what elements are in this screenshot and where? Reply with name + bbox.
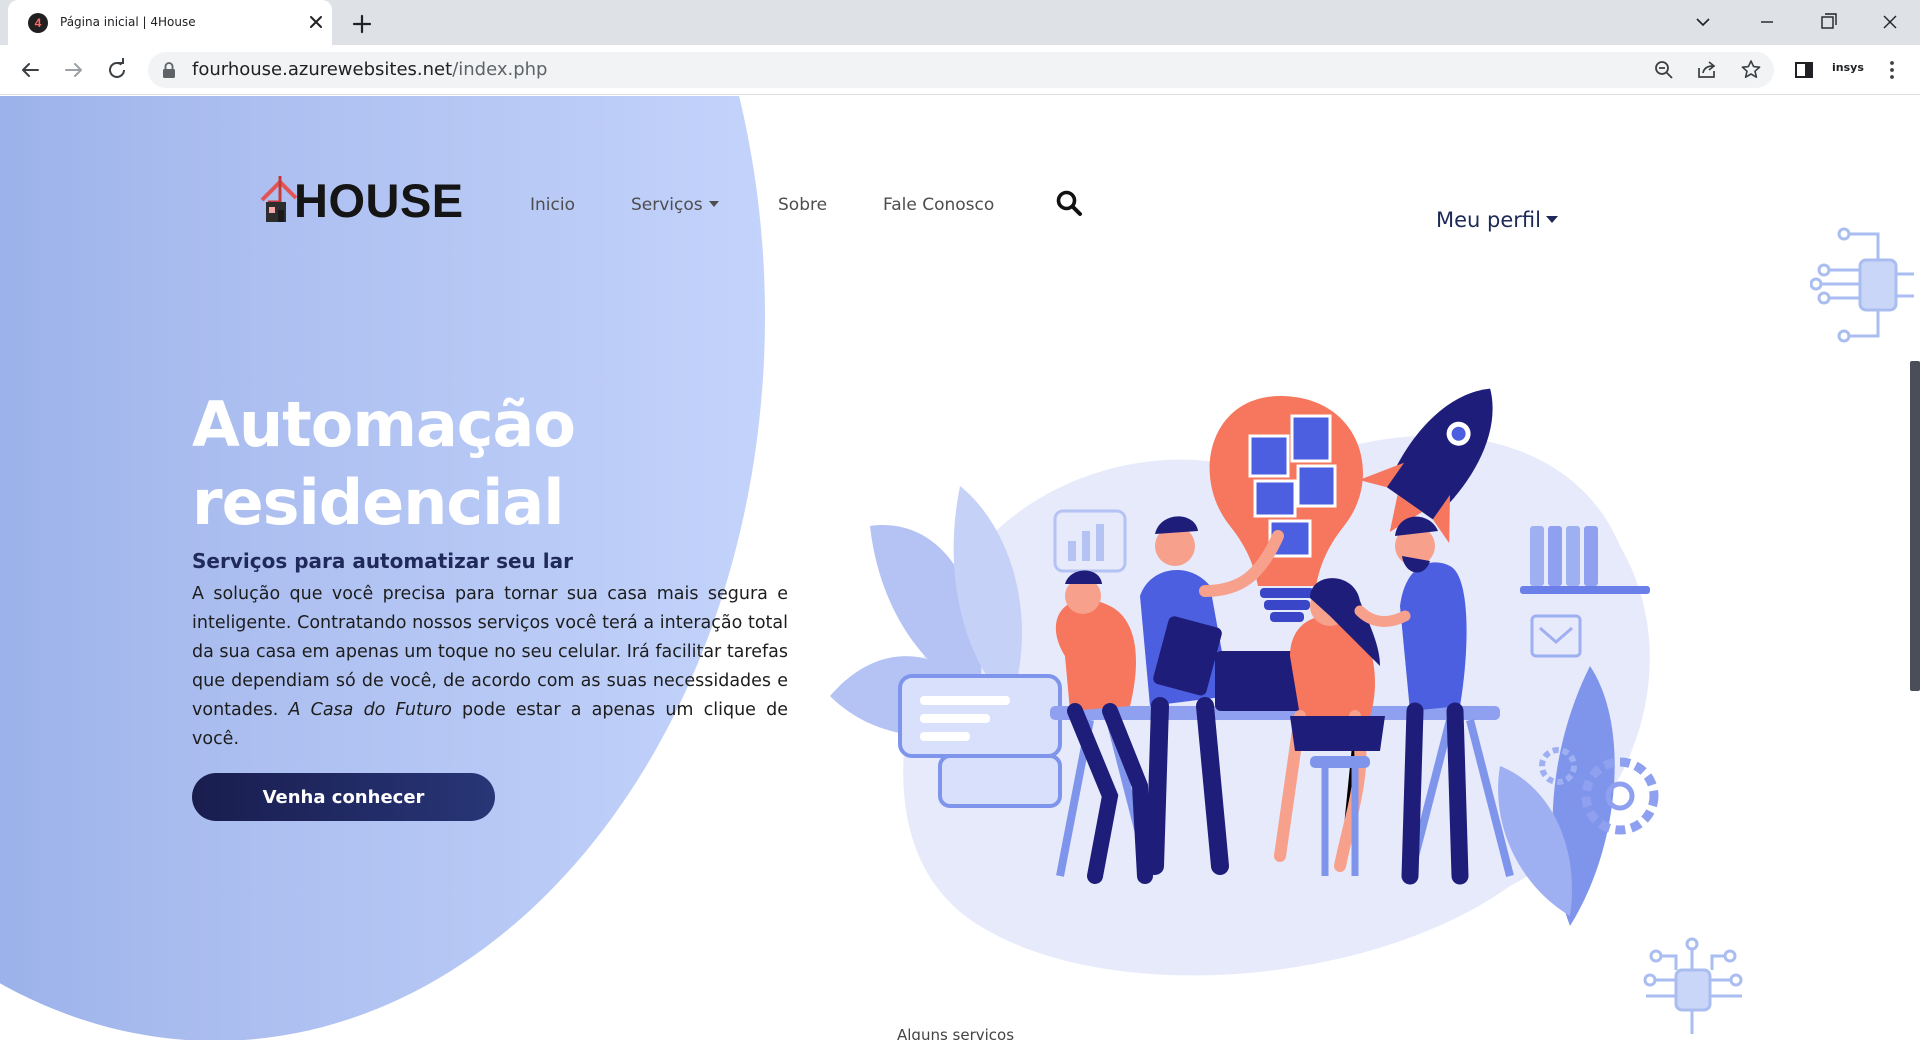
side-panel-icon[interactable] [1790, 56, 1818, 84]
circuit-decoration-icon [1643, 937, 1743, 1034]
forward-icon[interactable] [60, 56, 88, 84]
url-path: /index.php [452, 59, 548, 80]
venha-conhecer-button[interactable]: Venha conhecer [192, 773, 495, 821]
house-logo-icon [260, 176, 298, 222]
nav-inicio[interactable]: Inicio [530, 194, 575, 216]
hero-title-line1: Automação [192, 388, 576, 461]
scrollbar-thumb[interactable] [1910, 361, 1920, 691]
caret-down-icon [708, 201, 719, 207]
logo-wordmark: HOUSE [294, 174, 464, 227]
minimize-icon[interactable] [1752, 8, 1782, 36]
profile-dropdown[interactable]: Meu perfil [1436, 207, 1558, 233]
extension-insys-icon[interactable]: insys [1832, 61, 1864, 74]
tab-title: Página inicial | 4House [60, 15, 196, 29]
more-menu-icon[interactable] [1878, 56, 1906, 84]
url-text[interactable]: fourhouse.azurewebsites.net/index.php [192, 60, 547, 80]
nav-fale-conosco[interactable]: Fale Conosco [883, 194, 994, 216]
nav-servicos-dropdown[interactable]: Serviços [631, 194, 719, 216]
lock-icon[interactable] [162, 62, 176, 78]
browser-tab[interactable]: 4 Página inicial | 4House [8, 0, 332, 45]
url-host: fourhouse.azurewebsites.net [192, 59, 453, 80]
bookmark-star-icon[interactable] [1737, 56, 1765, 84]
site-logo[interactable]: HOUSE [258, 174, 470, 226]
hero-description: A solução que você precisa para tornar s… [192, 580, 788, 754]
restore-icon[interactable] [1813, 8, 1843, 36]
hero-title: Automação residencial [192, 386, 672, 542]
team-illustration [830, 388, 1659, 976]
page-content: HOUSE Inicio Serviços Sobre Fale Conosco… [0, 96, 1920, 1040]
profile-label: Meu perfil [1436, 208, 1541, 232]
hero-body-end: pode estar a apenas um clique de você. [192, 700, 788, 749]
tab-favicon: 4 [28, 13, 48, 33]
reload-icon[interactable] [103, 56, 131, 84]
close-window-icon[interactable] [1875, 8, 1905, 36]
hero-title-line2: residencial [192, 466, 564, 539]
new-tab-icon[interactable] [348, 10, 376, 38]
back-icon[interactable] [16, 56, 44, 84]
nav-servicos-label: Serviços [631, 195, 703, 215]
zoom-icon[interactable] [1650, 56, 1678, 84]
hero-body-emphasis: A Casa do Futuro [288, 700, 452, 720]
caret-down-icon [1545, 216, 1558, 223]
search-icon[interactable] [1054, 188, 1084, 218]
circuit-decoration-icon [1810, 227, 1914, 343]
share-icon[interactable] [1693, 56, 1721, 84]
services-section-heading: Alguns serviços [897, 1026, 1015, 1040]
nav-sobre[interactable]: Sobre [778, 194, 827, 216]
close-tab-icon[interactable] [304, 10, 328, 34]
hero-subtitle: Serviços para automatizar seu lar [192, 549, 573, 573]
tab-search-icon[interactable] [1688, 8, 1718, 36]
